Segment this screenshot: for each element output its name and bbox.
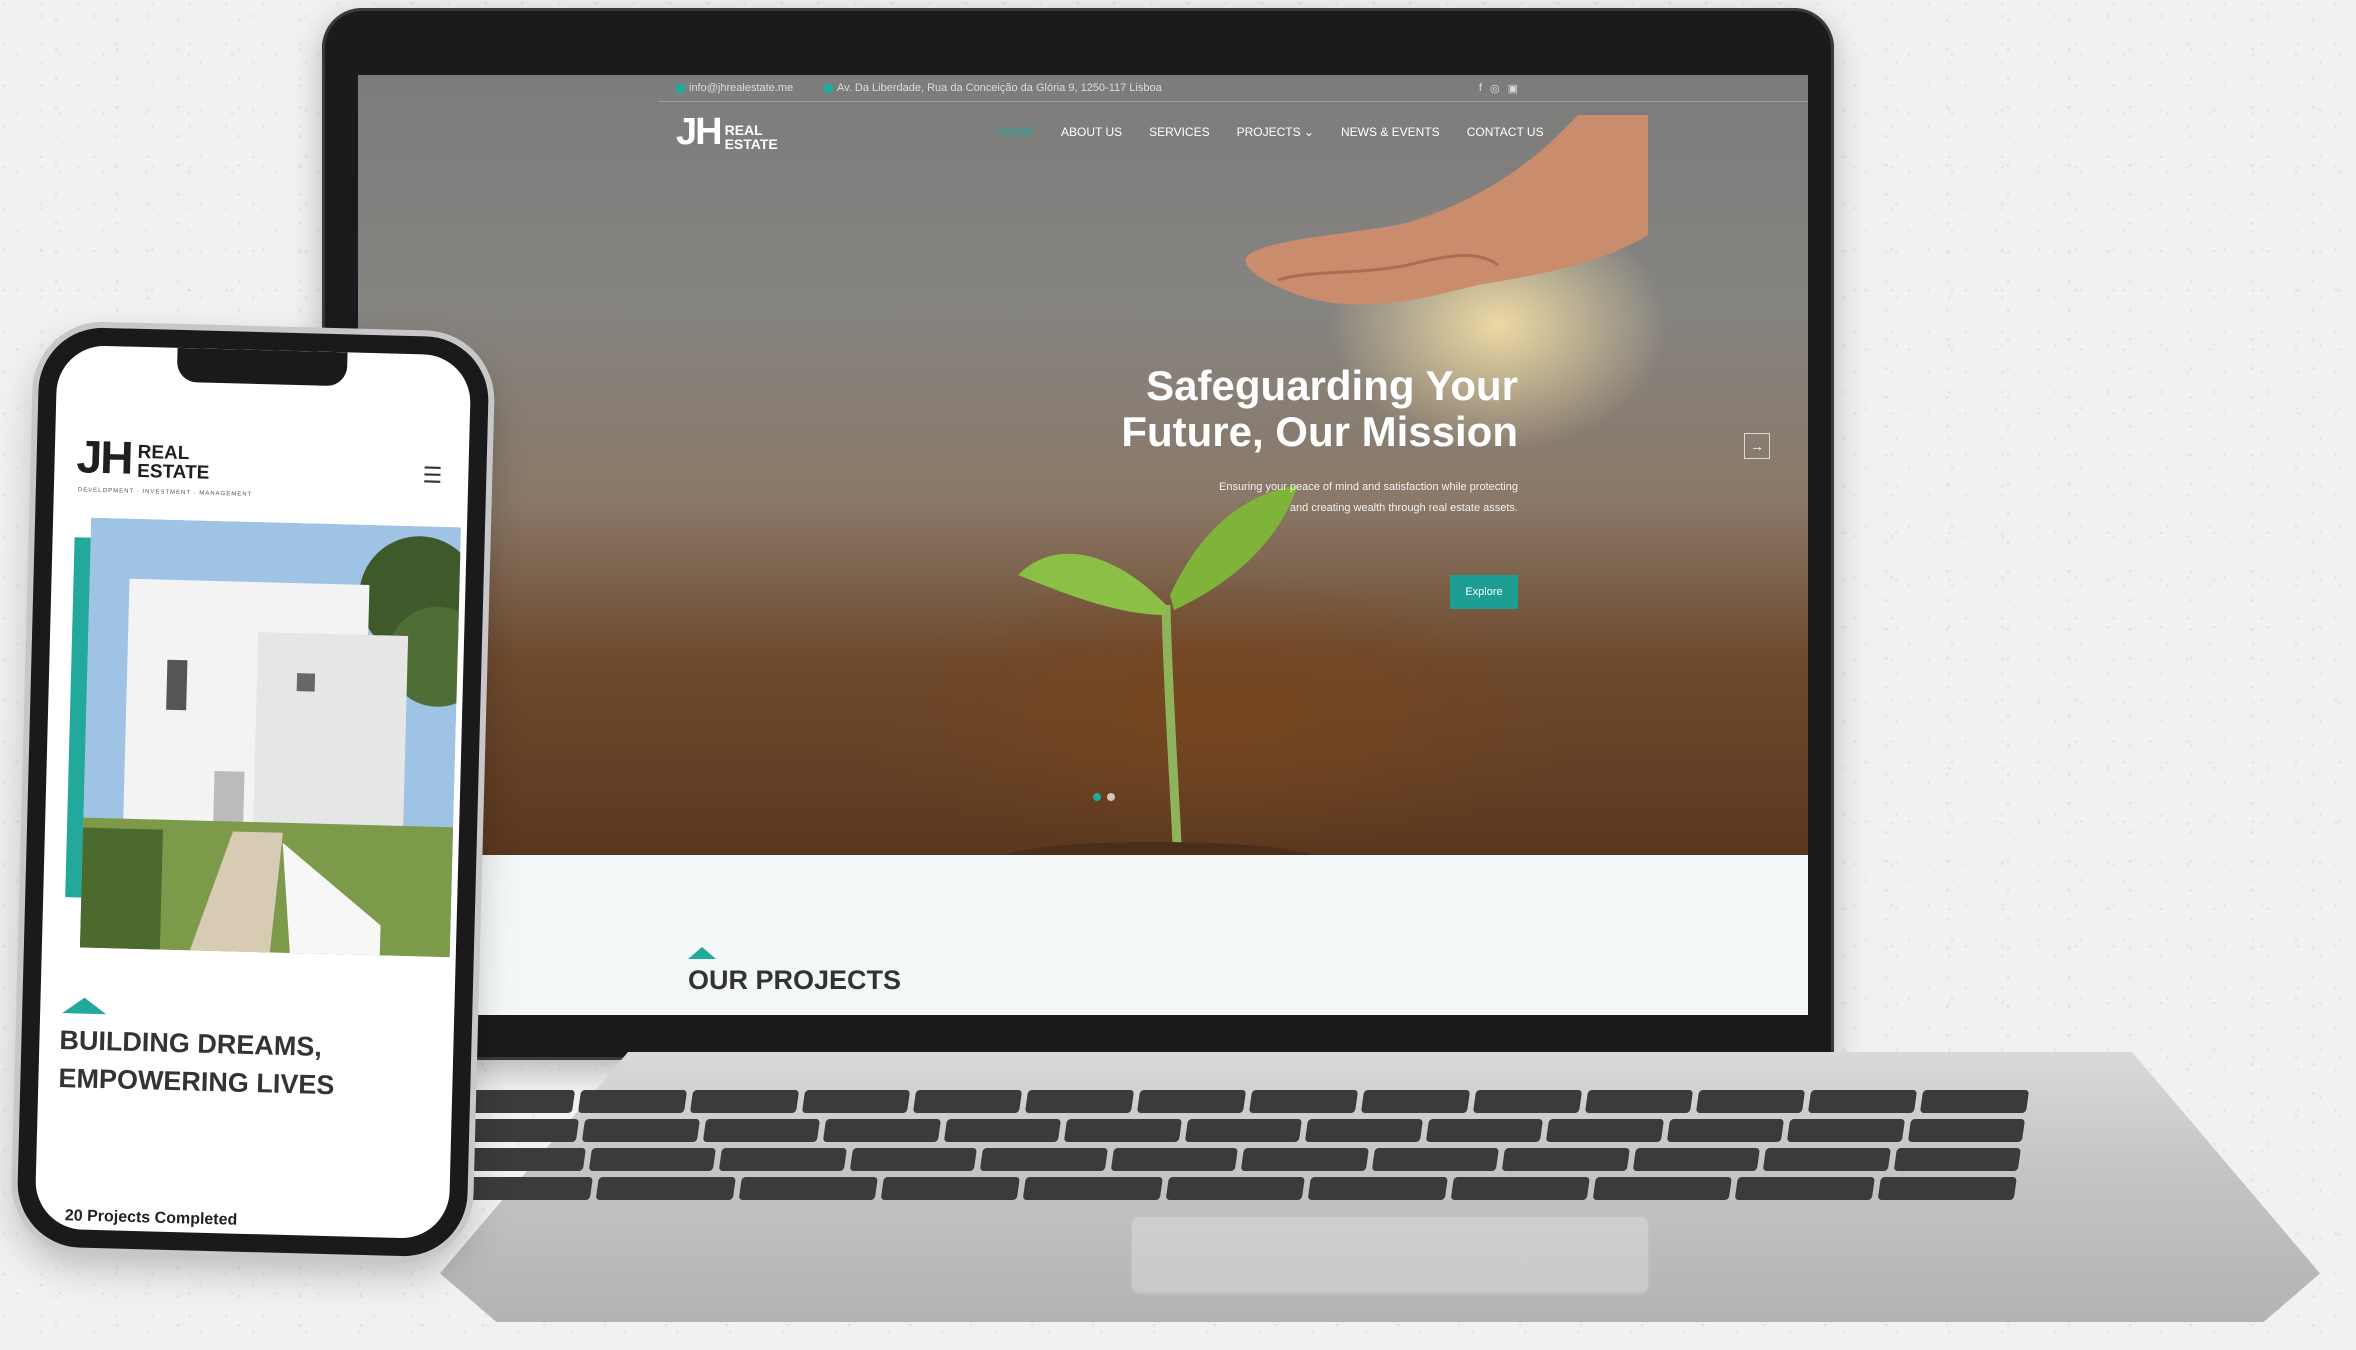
laptop-screen: info@jhrealestate.me Av. Da Liberdade, R…: [358, 75, 1808, 1015]
nav-item-news[interactable]: NEWS & EVENTS: [1341, 125, 1440, 139]
nav-item-home[interactable]: HOME: [998, 125, 1034, 139]
hero-subtitle: Ensuring your peace of mind and satisfac…: [1218, 481, 1518, 514]
explore-button[interactable]: Explore: [1450, 575, 1518, 609]
mobile-hero-title: BUILDING DREAMS, EMPOWERING LIVES: [58, 1025, 335, 1101]
hero-title: Safeguarding Your Future, Our Mission: [1121, 362, 1518, 455]
phone-device: JH REAL ESTATE DEVELOPMENT · INVESTMENT ·…: [16, 326, 490, 1258]
nav-item-services[interactable]: SERVICES: [1149, 125, 1209, 139]
projects-completed-text: 20 Projects Completed: [64, 1207, 238, 1229]
site-logo[interactable]: JH REAL ESTATE: [676, 113, 778, 151]
slider-dots: [1093, 793, 1115, 801]
top-bar: info@jhrealestate.me Av. Da Liberdade, R…: [358, 75, 1808, 101]
email-text: info@jhrealestate.me: [689, 82, 794, 94]
villa-photo: [79, 517, 461, 958]
laptop-keyboard: [451, 1090, 2030, 1220]
linkedin-icon[interactable]: ▣: [1508, 82, 1518, 95]
mobile-logo-tagline: DEVELOPMENT · INVESTMENT · MANAGEMENT: [77, 487, 253, 498]
mobile-hero-photo: [42, 517, 467, 968]
logo-text: REAL ESTATE: [724, 122, 778, 152]
phone-screen: JH REAL ESTATE DEVELOPMENT · INVESTMENT ·…: [34, 344, 472, 1240]
slider-dot-2[interactable]: [1107, 793, 1115, 801]
instagram-icon[interactable]: ◎: [1490, 82, 1500, 95]
hero-section: [358, 75, 1808, 865]
mobile-logo-text: REAL ESTATE: [136, 441, 210, 484]
topbar-email[interactable]: info@jhrealestate.me: [676, 82, 793, 94]
phone-notch: [176, 347, 348, 387]
mail-icon: [676, 83, 685, 93]
social-links: f ◎ ▣: [1479, 82, 1518, 95]
nav-item-projects[interactable]: PROJECTS ⌄: [1237, 125, 1314, 139]
address-text: Av. Da Liberdade, Rua da Conceição da Gl…: [837, 82, 1162, 94]
slider-next-arrow-icon[interactable]: →: [1744, 433, 1770, 459]
roof-mark-icon: [688, 947, 716, 959]
mobile-logo-mark: JH: [76, 430, 133, 484]
logo-mark: JH: [676, 111, 723, 153]
projects-title: OUR PROJECTS: [688, 965, 902, 995]
mobile-logo[interactable]: JH REAL ESTATE: [76, 430, 210, 484]
topbar-divider: [658, 101, 1808, 102]
nav-item-about[interactable]: ABOUT US: [1061, 125, 1122, 139]
main-nav: JH REAL ESTATE HOME ABOUT US SERVICES PRO…: [358, 105, 1808, 175]
nav-item-contact[interactable]: CONTACT US: [1467, 125, 1544, 139]
hamburger-menu-icon[interactable]: ☰: [422, 462, 442, 489]
slider-dot-1[interactable]: [1093, 793, 1101, 801]
topbar-address: Av. Da Liberdade, Rua da Conceição da Gl…: [824, 82, 1162, 94]
facebook-icon[interactable]: f: [1479, 82, 1482, 95]
mobile-roof-mark-icon: [62, 997, 107, 1015]
laptop-touchpad: [1130, 1215, 1650, 1295]
projects-section: OUR PROJECTS: [358, 855, 1808, 1015]
location-icon: [824, 83, 833, 93]
nav-menu: HOME ABOUT US SERVICES PROJECTS ⌄ NEWS &…: [998, 125, 1544, 139]
